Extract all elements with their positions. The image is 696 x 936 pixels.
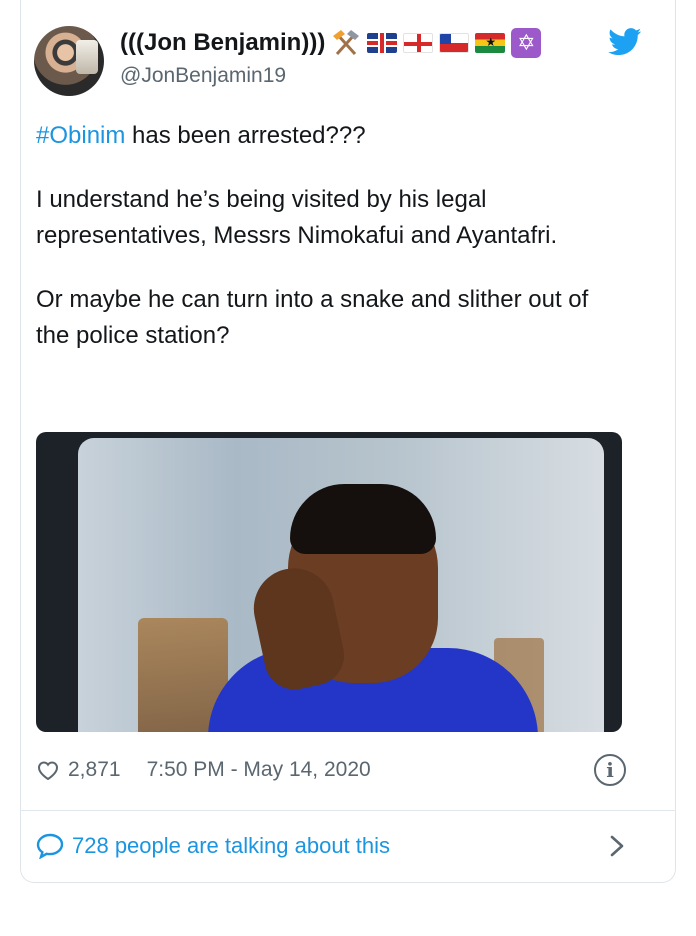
chevron-right-icon	[610, 835, 624, 857]
speech-bubble-icon	[36, 833, 64, 859]
hair-shape	[290, 484, 436, 554]
photo-scene	[78, 438, 604, 732]
display-name[interactable]: (((Jon Benjamin)))	[120, 29, 325, 57]
hammer-pick-icon	[333, 30, 360, 56]
tweet-paragraph-3: Or maybe he can turn into a snake and sl…	[36, 286, 589, 349]
user-handle[interactable]: @JonBenjamin19	[120, 64, 286, 88]
hashtag-link[interactable]: #Obinim	[36, 122, 125, 149]
tweet-timestamp[interactable]: 7:50 PM - May 14, 2020	[147, 758, 371, 782]
tweet-body: #Obinim has been arrested??? I understan…	[36, 118, 626, 382]
tweet-footer: 2,871 7:50 PM - May 14, 2020 i	[36, 752, 626, 788]
footer-divider	[20, 810, 676, 811]
uk-flag-icon	[367, 33, 398, 53]
avatar[interactable]	[34, 26, 104, 96]
chile-flag-icon	[439, 33, 470, 53]
conversation-label: 728 people are talking about this	[72, 833, 391, 858]
conversation-link[interactable]: 728 people are talking about this	[36, 826, 626, 866]
star-of-david-icon: ✡	[511, 28, 542, 58]
tweet-paragraph-2: I understand he’s being visited by his l…	[36, 186, 558, 249]
england-flag-icon	[403, 33, 434, 53]
tweet-line1-text: has been arrested???	[125, 122, 366, 149]
info-icon[interactable]: i	[594, 754, 626, 786]
heart-icon[interactable]	[36, 759, 60, 781]
tweet-paragraph-1: #Obinim has been arrested???	[36, 118, 626, 154]
name-row: (((Jon Benjamin))) ✡	[120, 26, 542, 60]
like-count[interactable]: 2,871	[68, 758, 121, 782]
twitter-bird-icon[interactable]	[608, 28, 642, 56]
ghana-flag-icon	[475, 33, 506, 53]
avatar-inset-photo	[76, 40, 98, 74]
tweet-header: (((Jon Benjamin))) ✡ @JonBenjamin19	[34, 24, 642, 98]
tweet-media-image[interactable]	[36, 432, 622, 732]
